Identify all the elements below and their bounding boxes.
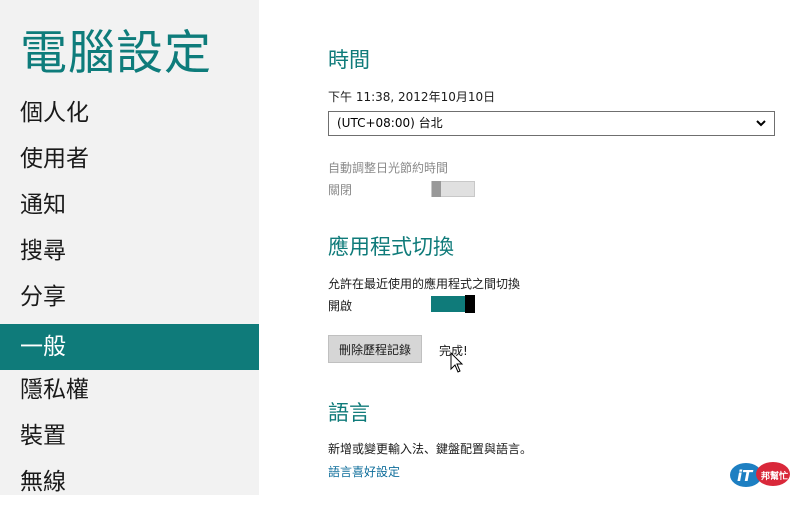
sidebar-item-share[interactable]: 分享 xyxy=(0,274,259,320)
allow-switching-toggle[interactable] xyxy=(431,295,475,313)
sidebar-item-label: 通知 xyxy=(20,192,66,218)
sidebar-item-search[interactable]: 搜尋 xyxy=(0,228,259,274)
dst-toggle[interactable] xyxy=(431,181,475,197)
timezone-select[interactable]: (UTC+08:00) 台北 xyxy=(328,111,775,136)
sidebar-item-label: 個人化 xyxy=(20,100,89,126)
sidebar-item-general[interactable]: 一般 xyxy=(0,324,259,370)
clear-history-button[interactable]: 刪除歷程記錄 xyxy=(328,335,422,363)
ithome-logo: iT 邦幫忙 xyxy=(730,462,790,487)
allow-switching-label: 允許在最近使用的應用程式之間切換 xyxy=(328,277,521,291)
sidebar-item-users[interactable]: 使用者 xyxy=(0,136,259,182)
svg-text:iT: iT xyxy=(737,467,754,485)
sidebar-item-label: 隱私權 xyxy=(20,377,89,403)
app-title: 電腦設定 xyxy=(20,26,212,81)
toggle-knob xyxy=(432,181,441,197)
sidebar-item-label: 使用者 xyxy=(20,146,89,172)
language-description: 新增或變更輸入法、鍵盤配置與語言。 xyxy=(328,442,533,456)
dst-state-label: 關閉 xyxy=(328,183,353,197)
sidebar-item-privacy[interactable]: 隱私權 xyxy=(0,367,259,413)
svg-text:邦幫忙: 邦幫忙 xyxy=(761,470,788,482)
current-datetime: 下午 11:38, 2012年10月10日 xyxy=(328,90,496,104)
time-heading: 時間 xyxy=(328,48,370,72)
language-preferences-link[interactable]: 語言喜好設定 xyxy=(328,463,400,480)
sidebar: 電腦設定 個人化 使用者 通知 搜尋 分享 一般 隱私權 裝置 無線 xyxy=(0,0,259,495)
toggle-knob xyxy=(465,295,475,313)
sidebar-item-label: 分享 xyxy=(20,284,66,310)
sidebar-item-personalize[interactable]: 個人化 xyxy=(0,90,259,136)
language-heading: 語言 xyxy=(328,401,370,425)
sidebar-item-notifications[interactable]: 通知 xyxy=(0,182,259,228)
chevron-down-icon xyxy=(756,120,766,127)
sidebar-item-label: 裝置 xyxy=(20,423,66,449)
mouse-cursor-icon xyxy=(450,352,464,373)
sidebar-item-label: 搜尋 xyxy=(20,238,66,264)
timezone-value: (UTC+08:00) 台北 xyxy=(337,116,443,130)
sidebar-item-devices[interactable]: 裝置 xyxy=(0,413,259,459)
sidebar-item-wireless[interactable]: 無線 xyxy=(0,459,259,505)
sidebar-item-label: 一般 xyxy=(20,334,66,360)
sidebar-item-label: 無線 xyxy=(20,469,66,495)
app-switching-heading: 應用程式切換 xyxy=(328,235,454,259)
dst-label: 自動調整日光節約時間 xyxy=(328,161,449,175)
allow-switching-state-label: 開啟 xyxy=(328,299,353,313)
